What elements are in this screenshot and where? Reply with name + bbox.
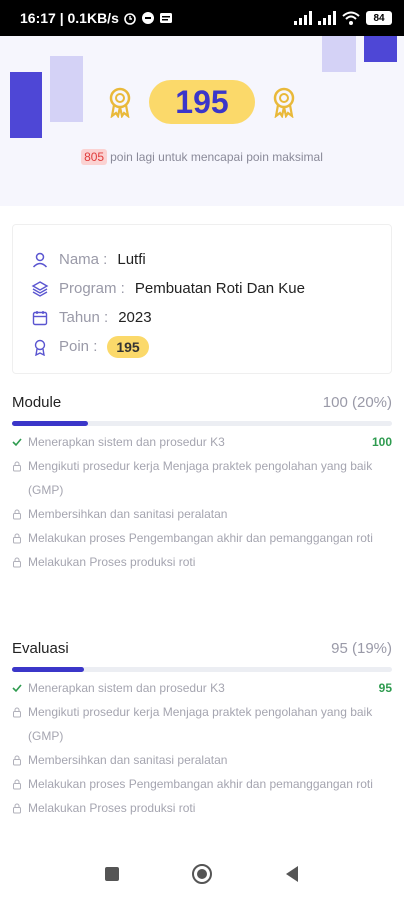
profile-row-year: Tahun : 2023 <box>31 303 375 332</box>
evaluasi-section: Evaluasi 95 (19%) Menerapkan sistem dan … <box>12 637 392 820</box>
list-item[interactable]: Melakukan proses Pengembangan akhir dan … <box>12 526 392 550</box>
name-value: Lutfi <box>117 251 146 268</box>
profile-row-points: Poin : 195 <box>31 332 375 361</box>
program-value: Pembuatan Roti Dan Kue <box>134 280 305 297</box>
decor-bar <box>322 36 356 72</box>
module-progress-bar <box>12 421 392 426</box>
list-item[interactable]: Membersihkan dan sanitasi peralatan <box>12 748 392 772</box>
list-item[interactable]: Menerapkan sistem dan prosedur K3 100 <box>12 430 392 454</box>
item-title: Menerapkan sistem dan prosedur K3 <box>28 435 225 449</box>
lock-icon <box>12 502 24 526</box>
calendar-icon <box>31 309 49 327</box>
name-label: Nama : <box>59 251 108 268</box>
lock-icon <box>12 700 24 724</box>
total-points: 195 <box>149 80 255 124</box>
module-section: Module 100 (20%) Menerapkan sistem dan p… <box>12 391 392 574</box>
profile-card: Nama : Lutfi Program : Pembuatan Roti Da… <box>12 224 392 374</box>
remaining-points-label: poin lagi untuk mencapai poin maksimal <box>110 150 323 164</box>
check-icon <box>12 676 24 700</box>
list-item[interactable]: Membersihkan dan sanitasi peralatan <box>12 502 392 526</box>
list-item[interactable]: Melakukan Proses produksi roti <box>12 796 392 820</box>
module-score: 100 (20%) <box>322 393 392 411</box>
decor-bar <box>364 36 397 62</box>
evaluasi-score: 95 (19%) <box>331 639 392 657</box>
profile-row-name: Nama : Lutfi <box>31 245 375 274</box>
item-score: 100 <box>371 435 392 449</box>
evaluasi-progress-bar <box>12 667 392 672</box>
evaluasi-title: Evaluasi <box>12 639 69 657</box>
alarm-icon <box>123 11 137 25</box>
item-title: Melakukan Proses produksi roti <box>28 555 196 569</box>
item-title: Menerapkan sistem dan prosedur K3 <box>28 681 225 695</box>
status-time: 16:17 | 0.1KB/s <box>20 10 119 26</box>
evaluasi-item-list: Menerapkan sistem dan prosedur K3 95 Mengi… <box>12 676 392 820</box>
module-progress-fill <box>12 421 88 426</box>
system-nav-bar <box>0 848 404 900</box>
battery-icon: 84 <box>366 11 392 25</box>
points-hero: 195 805 poin lagi untuk mencapai poin mak… <box>0 36 404 206</box>
user-icon <box>31 251 49 269</box>
remaining-points-text: 805 poin lagi untuk mencapai poin maksima… <box>0 149 404 165</box>
signal-icon <box>294 11 312 25</box>
program-label: Program : <box>59 280 125 297</box>
award-icon <box>31 338 49 356</box>
back-button[interactable] <box>281 863 303 885</box>
module-title: Module <box>12 393 62 411</box>
wifi-icon <box>342 11 360 25</box>
lock-icon <box>12 526 24 550</box>
item-title: Mengikuti prosedur kerja Menjaga praktek… <box>28 459 373 497</box>
list-item[interactable]: Melakukan Proses produksi roti <box>12 550 392 574</box>
status-bar: 16:17 | 0.1KB/s 84 <box>0 0 404 36</box>
lock-icon <box>12 748 24 772</box>
medal-icon <box>105 86 135 119</box>
list-item[interactable]: Mengikuti prosedur kerja Menjaga praktek… <box>12 454 392 502</box>
lock-icon <box>12 454 24 478</box>
year-label: Tahun : <box>59 309 109 326</box>
evaluasi-progress-fill <box>12 667 85 672</box>
medal-icon <box>269 86 299 119</box>
signal-icon-2 <box>318 11 336 25</box>
item-title: Membersihkan dan sanitasi peralatan <box>28 753 228 767</box>
year-value: 2023 <box>118 309 152 326</box>
home-button[interactable] <box>191 863 213 885</box>
item-title: Melakukan Proses produksi roti <box>28 801 196 815</box>
module-item-list: Menerapkan sistem dan prosedur K3 100 Meng… <box>12 430 392 574</box>
layers-icon <box>31 280 49 298</box>
chat-icon <box>141 11 155 25</box>
item-title: Melakukan proses Pengembangan akhir dan … <box>28 531 373 545</box>
points-value: 195 <box>107 335 149 358</box>
check-icon <box>12 430 24 454</box>
item-title: Membersihkan dan sanitasi peralatan <box>28 507 228 521</box>
profile-row-program: Program : Pembuatan Roti Dan Kue <box>31 274 375 303</box>
lock-icon <box>12 772 24 796</box>
list-item[interactable]: Melakukan proses Pengembangan akhir dan … <box>12 772 392 796</box>
lock-icon <box>12 796 24 820</box>
message-icon <box>159 11 173 25</box>
list-item[interactable]: Mengikuti prosedur kerja Menjaga praktek… <box>12 700 392 748</box>
recents-button[interactable] <box>101 863 123 885</box>
remaining-points-badge: 805 <box>81 149 108 165</box>
item-title: Melakukan proses Pengembangan akhir dan … <box>28 777 373 791</box>
points-label: Poin : <box>59 338 98 355</box>
list-item[interactable]: Menerapkan sistem dan prosedur K3 95 <box>12 676 392 700</box>
item-score: 95 <box>378 681 392 695</box>
item-title: Mengikuti prosedur kerja Menjaga praktek… <box>28 705 373 743</box>
lock-icon <box>12 550 24 574</box>
